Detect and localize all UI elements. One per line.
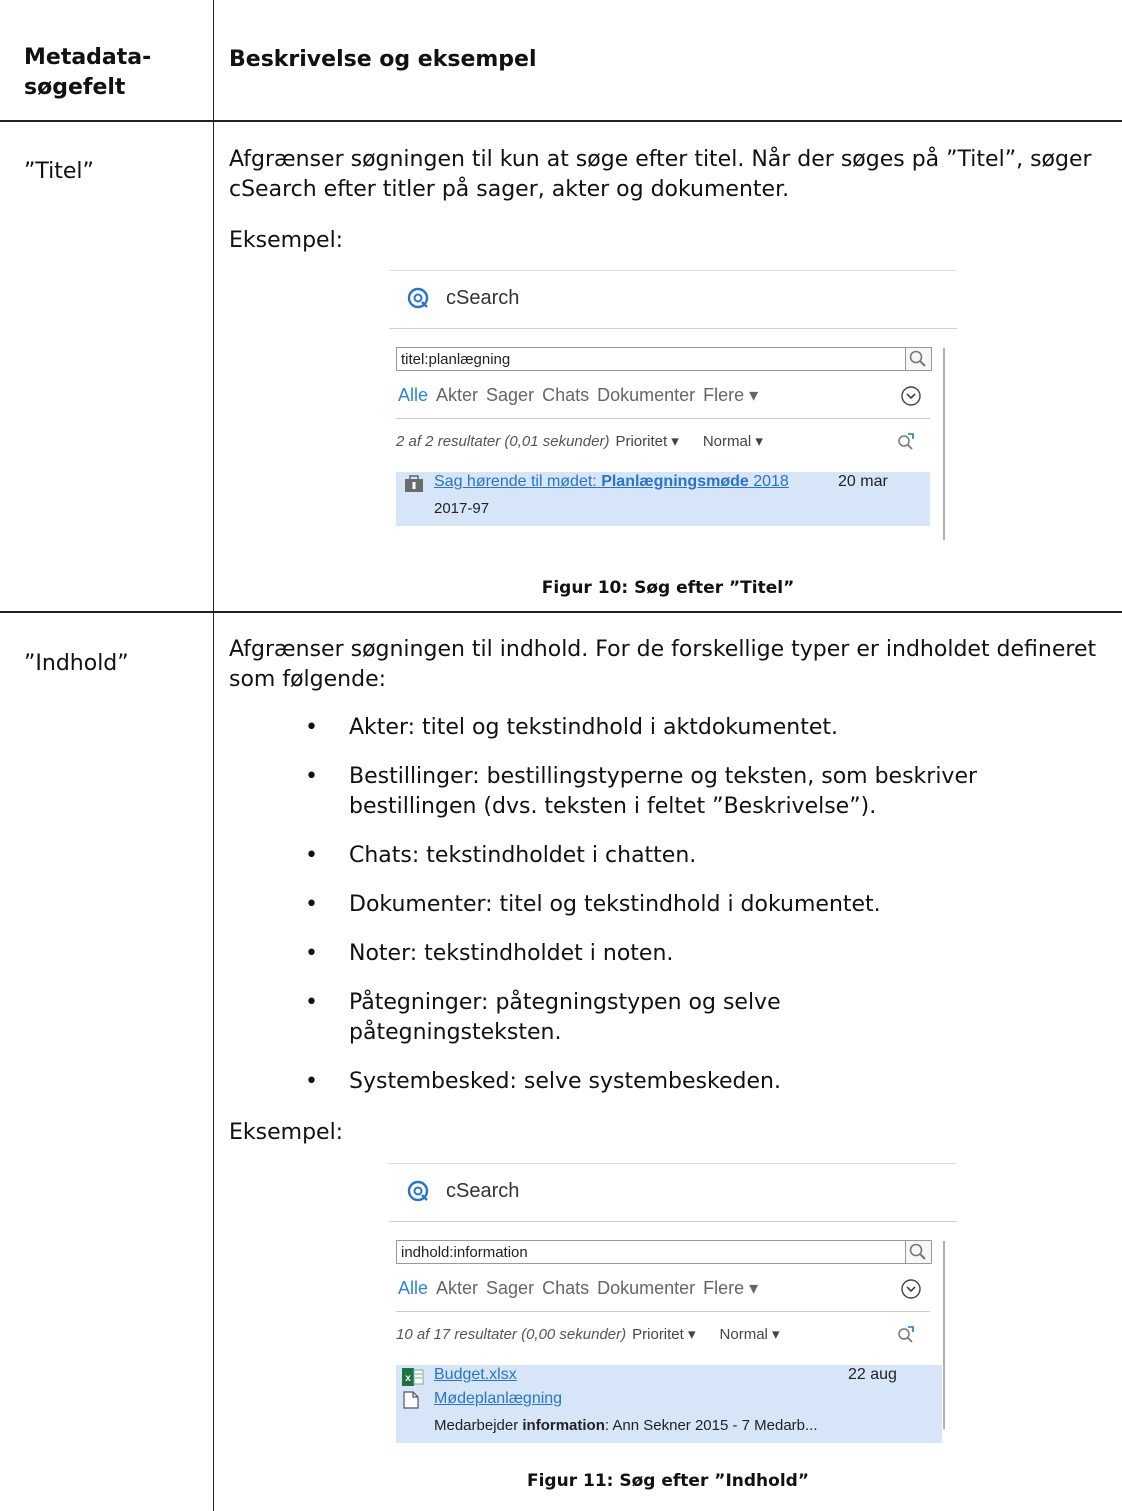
tabs-separator [396, 418, 930, 419]
figure-caption-11: Figur 11: Søg efter ”Indhold” [526, 1471, 809, 1491]
list-item: Bestillinger: bestillingstyperne og teks… [300, 762, 1100, 822]
title-separator [389, 1221, 957, 1222]
svg-text:x: x [405, 1373, 411, 1384]
result-date: 22 aug [848, 1366, 897, 1383]
result-snippet: Medarbejder information: Ann Sekner 2015… [434, 1417, 818, 1434]
list-item: Dokumenter: titel og tekstindhold i doku… [300, 890, 1100, 920]
result-title-bold: Planlægningsmøde [601, 473, 749, 490]
tab-alle[interactable]: Alle [398, 385, 428, 405]
tab-alle[interactable]: Alle [398, 1278, 428, 1298]
search-button[interactable] [906, 347, 932, 371]
chevron-down-circle-icon[interactable] [900, 1278, 922, 1300]
list-item: Akter: titel og tekstindhold i aktdokume… [300, 713, 1100, 743]
tab-dokumenter[interactable]: Dokumenter [597, 1278, 695, 1298]
list-item: Noter: tekstindholdet i noten. [300, 939, 1100, 969]
filter-tabs: Alle Akter Sager Chats Dokumenter Flere ▾ [398, 385, 766, 406]
tab-dokumenter[interactable]: Dokumenter [597, 385, 695, 405]
filter-tabs: Alle Akter Sager Chats Dokumenter Flere ▾ [398, 1278, 766, 1299]
result-row-selected[interactable]: Sag hørende til mødet: Planlægningsmøde … [396, 472, 930, 526]
normal-dropdown[interactable]: Normal ▾ [720, 1326, 780, 1343]
result-row-selected[interactable]: x Budget.xlsx 22 aug Mødeplanlægning Med… [396, 1365, 942, 1443]
titel-example-label: Eksempel: [229, 228, 344, 253]
app-title: cSearch [446, 1180, 520, 1202]
excel-icon: x [402, 1368, 424, 1386]
indhold-example-label: Eksempel: [229, 1120, 344, 1145]
list-item: Systembesked: selve systembeskeden. [300, 1067, 1100, 1097]
titel-description: Afgrænser søgningen til kun at søge efte… [229, 147, 1092, 202]
tab-flere[interactable]: Flere ▾ [703, 385, 758, 405]
field-indhold: ”Indhold” [24, 651, 129, 676]
refresh-search-icon[interactable] [895, 430, 917, 452]
result-count: 10 af 17 resultater (0,00 sekunder) [396, 1326, 627, 1343]
snippet-bold: information [522, 1417, 605, 1434]
search-button[interactable] [906, 1240, 932, 1264]
screenshot-indhold: cSearch indhold:information Alle Akter Sag… [389, 1163, 957, 1443]
indhold-description: Afgrænser søgningen til indhold. For de … [229, 637, 1097, 692]
figure-caption-10: Figur 10: Søg efter ”Titel” [541, 578, 795, 598]
header-divider [0, 120, 1122, 122]
header-col2: Beskrivelse og eksempel [229, 47, 537, 72]
case-icon [405, 475, 423, 492]
normal-dropdown[interactable]: Normal ▾ [703, 433, 763, 450]
chevron-down-circle-icon[interactable] [900, 385, 922, 407]
content-type-list: Akter: titel og tekstindhold i aktdokume… [300, 713, 1100, 1097]
title-separator [389, 328, 957, 329]
list-item: Påtegninger: påtegningstypen og selve på… [300, 988, 889, 1048]
csearch-logo-icon [407, 1180, 429, 1202]
tab-sager[interactable]: Sager [486, 385, 534, 405]
header-col1: Metadata- søgefelt [24, 43, 151, 103]
search-icon [909, 350, 926, 367]
snippet-prefix: Medarbejder [434, 1417, 523, 1434]
tab-sager[interactable]: Sager [486, 1278, 534, 1298]
field-titel: ”Titel” [24, 159, 94, 184]
tab-chats[interactable]: Chats [542, 385, 589, 405]
search-icon [909, 1243, 926, 1260]
result-status: 10 af 17 resultater (0,00 sekunder) Prior… [396, 1325, 780, 1343]
tab-akter[interactable]: Akter [436, 385, 478, 405]
result-doc-link[interactable]: Mødeplanlægning [434, 1390, 562, 1408]
tab-akter[interactable]: Akter [436, 1278, 478, 1298]
result-title-suffix: 2018 [748, 473, 789, 490]
result-case-number: 2017-97 [434, 500, 490, 517]
tabs-separator [396, 1311, 930, 1312]
result-count: 2 af 2 resultater (0,01 sekunder) [396, 433, 610, 450]
row-divider [0, 611, 1122, 613]
result-title-link[interactable]: Sag hørende til mødet: Planlægningsmøde … [434, 473, 789, 491]
tab-chats[interactable]: Chats [542, 1278, 589, 1298]
document-icon [403, 1391, 419, 1409]
search-input[interactable]: indhold:information [396, 1240, 906, 1264]
screenshot-titel: cSearch titel:planlægning Alle Akter Sager… [389, 270, 957, 540]
header-col1-line2: søgefelt [24, 75, 126, 100]
column-divider [213, 0, 214, 1511]
list-item: Chats: tekstindholdet i chatten. [300, 841, 1100, 871]
refresh-search-icon[interactable] [895, 1323, 917, 1345]
screenshot-top-border [389, 1163, 957, 1164]
screenshot-top-border [389, 270, 957, 271]
tab-flere[interactable]: Flere ▾ [703, 1278, 758, 1298]
csearch-logo-icon [407, 287, 429, 309]
scrollbar[interactable] [943, 1241, 945, 1429]
snippet-suffix: : Ann Sekner 2015 - 7 Medarb... [604, 1417, 818, 1434]
result-title-prefix: Sag hørende til mødet: [434, 473, 602, 490]
header-col1-line1: Metadata- [24, 45, 152, 70]
result-date: 20 mar [838, 473, 888, 490]
app-title: cSearch [446, 287, 520, 309]
search-input[interactable]: titel:planlægning [396, 347, 906, 371]
document-page: Metadata- søgefelt Beskrivelse og eksemp… [0, 0, 1122, 1511]
result-file-link[interactable]: Budget.xlsx [434, 1366, 517, 1384]
scrollbar[interactable] [943, 348, 945, 540]
priority-dropdown[interactable]: Prioritet ▾ [615, 433, 678, 450]
result-status: 2 af 2 resultater (0,01 sekunder) Priorit… [396, 432, 763, 450]
priority-dropdown[interactable]: Prioritet ▾ [632, 1326, 695, 1343]
